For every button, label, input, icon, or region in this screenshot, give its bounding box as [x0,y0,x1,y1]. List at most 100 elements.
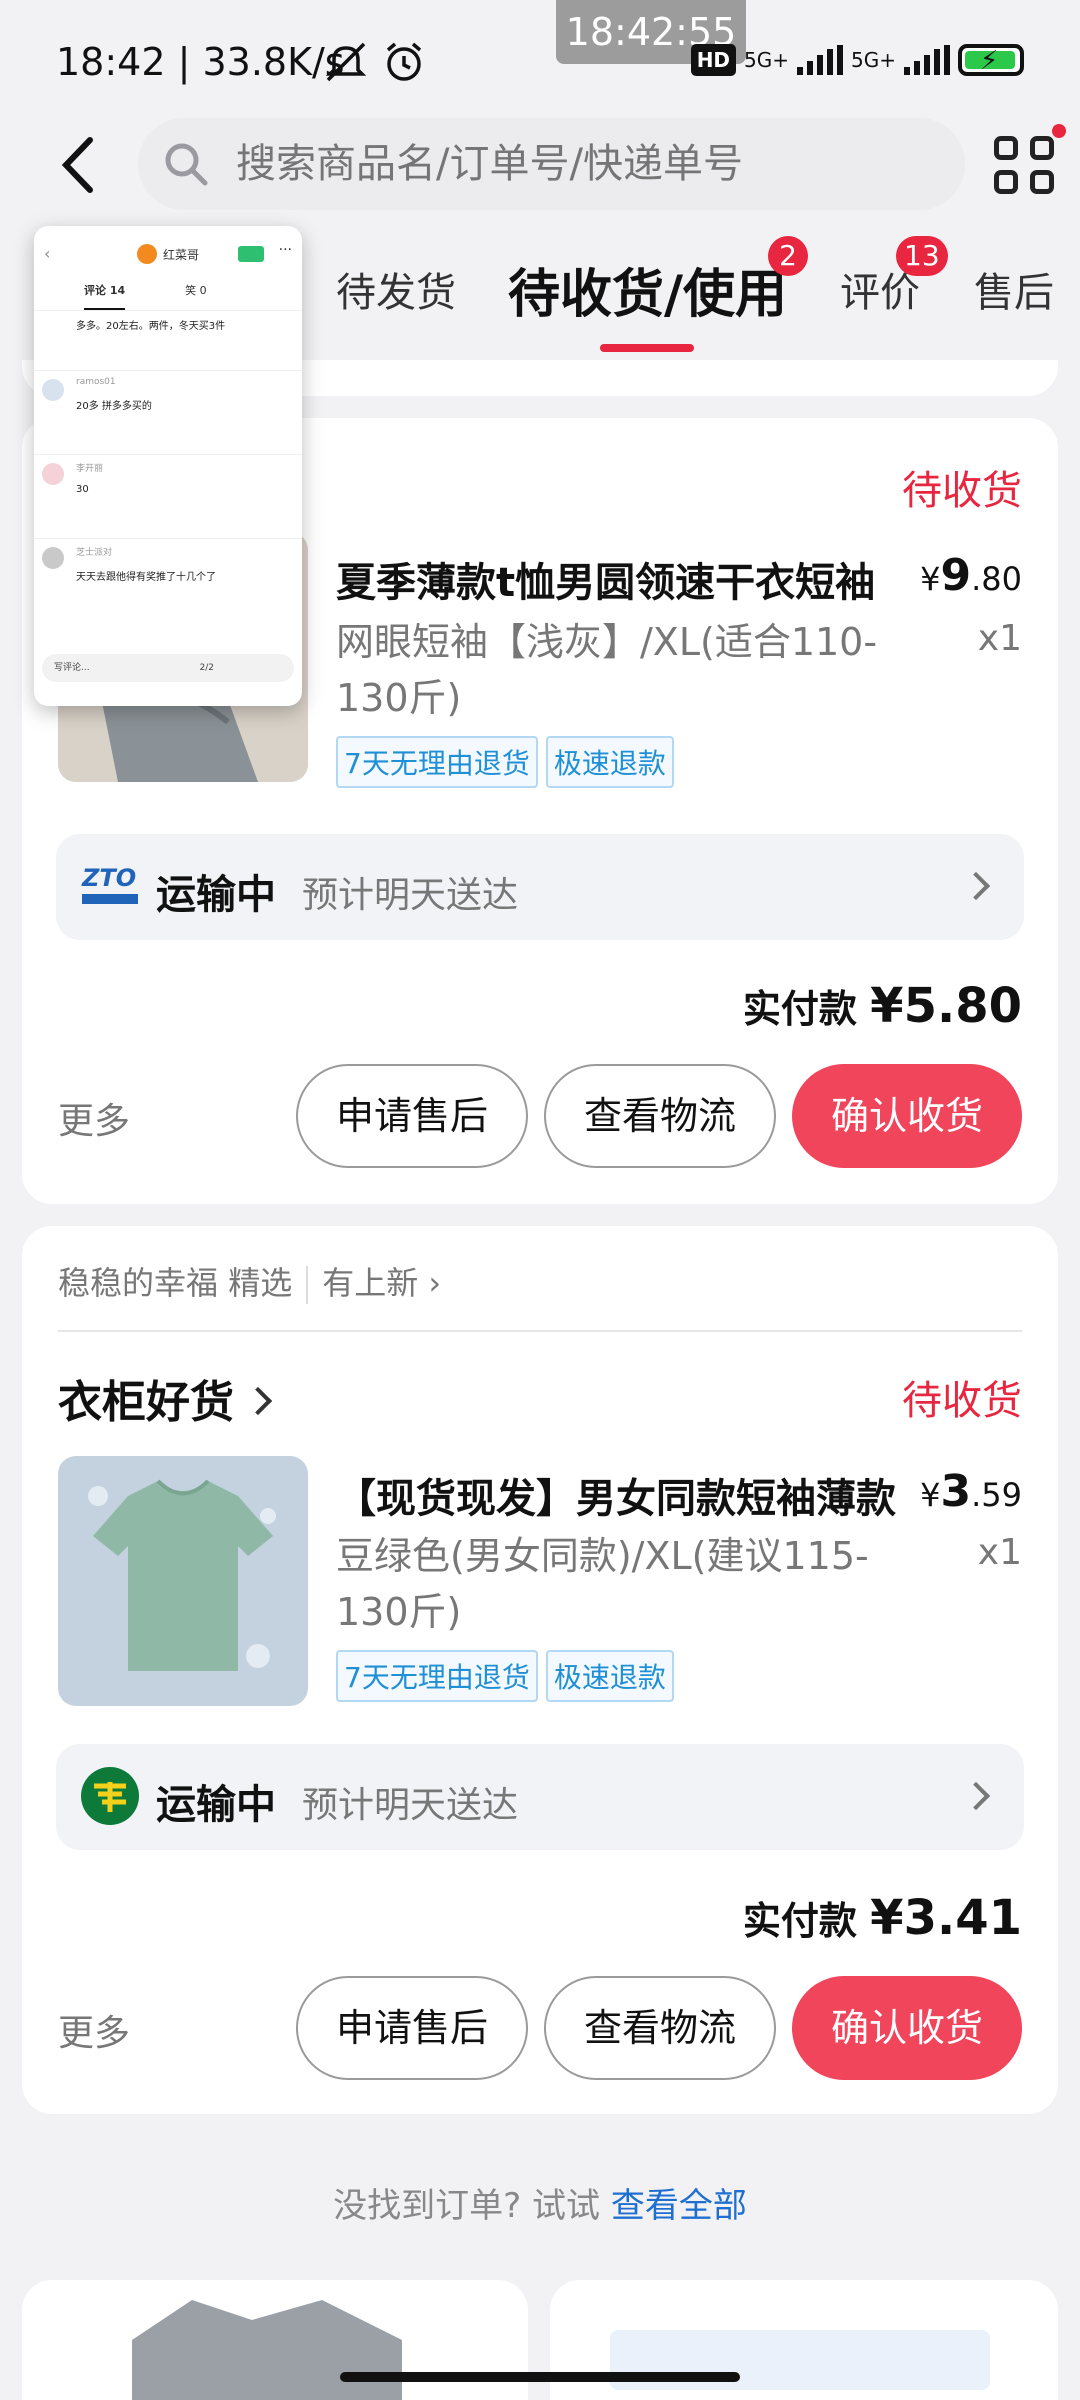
logistics-row[interactable]: 运输中 预计明天送达 [56,1744,1024,1850]
view-logistics-button[interactable]: 查看物流 [544,1976,776,2080]
search-icon [165,143,208,186]
return-policy-tag: 7天无理由退货 [336,736,538,788]
logistics-eta: 预计明天送达 [302,1785,519,1826]
china-post-logo-icon [81,1767,139,1825]
rec-tag: 精选 [228,1264,293,1302]
search-input[interactable] [236,118,936,210]
pip-review-user: 李开丽 [76,464,104,474]
signal-bars-2-icon [904,45,950,75]
apply-after-sale-button[interactable]: 申请售后 [296,1976,528,2080]
review-count-badge: 13 [896,236,948,276]
more-link[interactable]: 更多 [58,1092,130,1144]
return-policy-tag: 7天无理由退货 [336,1650,538,1702]
status-time: 18:42 | 33.8K/s [56,40,345,84]
tab-to-ship[interactable]: 待发货 [336,260,456,318]
service-tags: 7天无理由退货 极速退款 [336,736,674,788]
view-logistics-button[interactable]: 查看物流 [544,1064,776,1168]
paid-label: 实付款 [742,987,857,1031]
official-auth-badge [610,2330,990,2390]
logistics-state: 运输中 [156,1782,276,1828]
pip-review-item: ramos01 20多 拼多多买的 [34,370,302,454]
floating-review-window[interactable]: ‹ 红菜哥 ··· 评论 14 笑 0 多多。20左右。两件，冬天买3件 ram… [34,226,302,706]
signal-bars-1-icon [797,45,844,75]
confirm-receipt-button[interactable]: 确认收货 [792,1976,1022,2080]
receive-count-badge: 2 [768,236,808,276]
not-found-row: 没找到订单? 试试 查看全部 [0,2178,1080,2227]
pip-review-item: 李开丽 30 [34,454,302,538]
product-title[interactable]: 【现货现发】男女同款短袖薄款 [336,1466,896,1524]
menu-grid-button[interactable] [990,124,1066,200]
currency-symbol: ¥ [920,560,941,598]
pip-review-item: 芝士派对 天天去跟他得有奖推了十几个了 [34,538,302,622]
recommend-card[interactable] [22,2280,528,2400]
pip-comment-input[interactable]: 写评论... 2/2 [42,654,294,682]
paid-value: ¥5.80 [870,978,1022,1034]
product-price: ¥9.80 [920,550,1022,601]
follow-badge[interactable] [238,246,264,262]
product-spec: 网眼短袖【浅灰】/XL(适合110-130斤) [336,620,878,720]
shop-name: 衣柜好货 [58,1377,234,1428]
apply-after-sale-button[interactable]: 申请售后 [296,1064,528,1168]
recommend-row[interactable]: 稳稳的幸福 精选 有上新 › [58,1258,441,1304]
recommend-product-image [132,2300,402,2400]
status-icons: HD 5G+ 5G+ ⚡ [690,40,1024,80]
search-box[interactable] [138,118,965,210]
rec-new-label: 有上新 [322,1264,419,1302]
mute-icon [324,40,368,88]
pip-header: ‹ 红菜哥 ··· [34,226,302,282]
home-indicator[interactable] [340,2372,740,2382]
signal-label-1: 5G+ [744,48,790,72]
product-price: ¥3.59 [920,1466,1022,1517]
product-title[interactable]: 夏季薄款t恤男圆领速干衣短袖 [336,550,896,608]
back-button[interactable] [50,130,110,200]
active-tab-indicator [600,344,694,352]
more-link[interactable]: 更多 [58,2004,130,2056]
back-arrow-icon [61,137,93,193]
svg-text:ZTO: ZTO [81,864,136,892]
zto-express-logo-icon: ZTO [81,864,138,904]
paid-amount: 实付款 ¥5.80 [743,978,1022,1034]
chevron-right-icon [243,1386,273,1416]
signal-label-2: 5G+ [851,48,896,72]
paid-value: ¥3.41 [870,1890,1022,1946]
tab-to-receive[interactable]: 待收货/使用 [508,252,787,327]
logistics-eta: 预计明天送达 [302,875,519,916]
order-status: 待收货 [902,1378,1022,1424]
recommend-card[interactable] [550,2280,1058,2400]
avatar [42,379,64,401]
confirm-receipt-button[interactable]: 确认收货 [792,1064,1022,1168]
price-decimal: .59 [971,1476,1022,1514]
chevron-right-icon [961,871,991,901]
notification-dot [1052,124,1066,138]
price-integer: 3 [940,1466,972,1517]
pip-tabs: 评论 14 笑 0 [34,282,302,310]
battery-icon: ⚡ [958,44,1024,76]
paid-label: 实付款 [742,1899,857,1943]
more-icon[interactable]: ··· [279,242,292,258]
not-found-text: 没找到订单? 试试 [333,2186,601,2226]
service-tags: 7天无理由退货 极速退款 [336,1650,674,1702]
pip-app-name: 红菜哥 [162,247,199,262]
tab-after-sale[interactable]: 售后 [974,260,1054,318]
view-all-link[interactable]: 查看全部 [611,2186,747,2226]
logistics-row[interactable]: ZTO 运输中 预计明天送达 [56,834,1024,940]
order-status: 待收货 [902,468,1022,514]
product-quantity: x1 [977,618,1022,659]
chevron-right-icon [961,1781,991,1811]
pip-tab-reviews[interactable]: 评论 14 [84,282,126,310]
app-logo-icon [136,244,157,264]
pip-page-indicator: 2/2 [199,663,214,673]
price-decimal: .80 [971,560,1022,598]
product-image[interactable] [58,1456,308,1706]
pip-tab-other[interactable]: 笑 0 [185,282,207,310]
product-spec: 豆绿色(男女同款)/XL(建议115-130斤) [336,1534,869,1634]
fast-refund-tag: 极速退款 [545,736,674,788]
pip-input-placeholder: 写评论... [54,663,90,673]
pip-review-text: 20多 拼多多买的 [76,401,152,412]
divider [58,1330,1022,1332]
pip-review-user: 芝士派对 [76,548,113,558]
back-icon[interactable]: ‹ [44,244,50,263]
fast-refund-tag: 极速退款 [545,1650,674,1702]
shop-name-link[interactable]: 衣柜好货 [58,1366,273,1430]
status-bar: 18:42 | 33.8K/s 18:42:55 HD 5G+ 5G+ ⚡ [0,0,1080,120]
